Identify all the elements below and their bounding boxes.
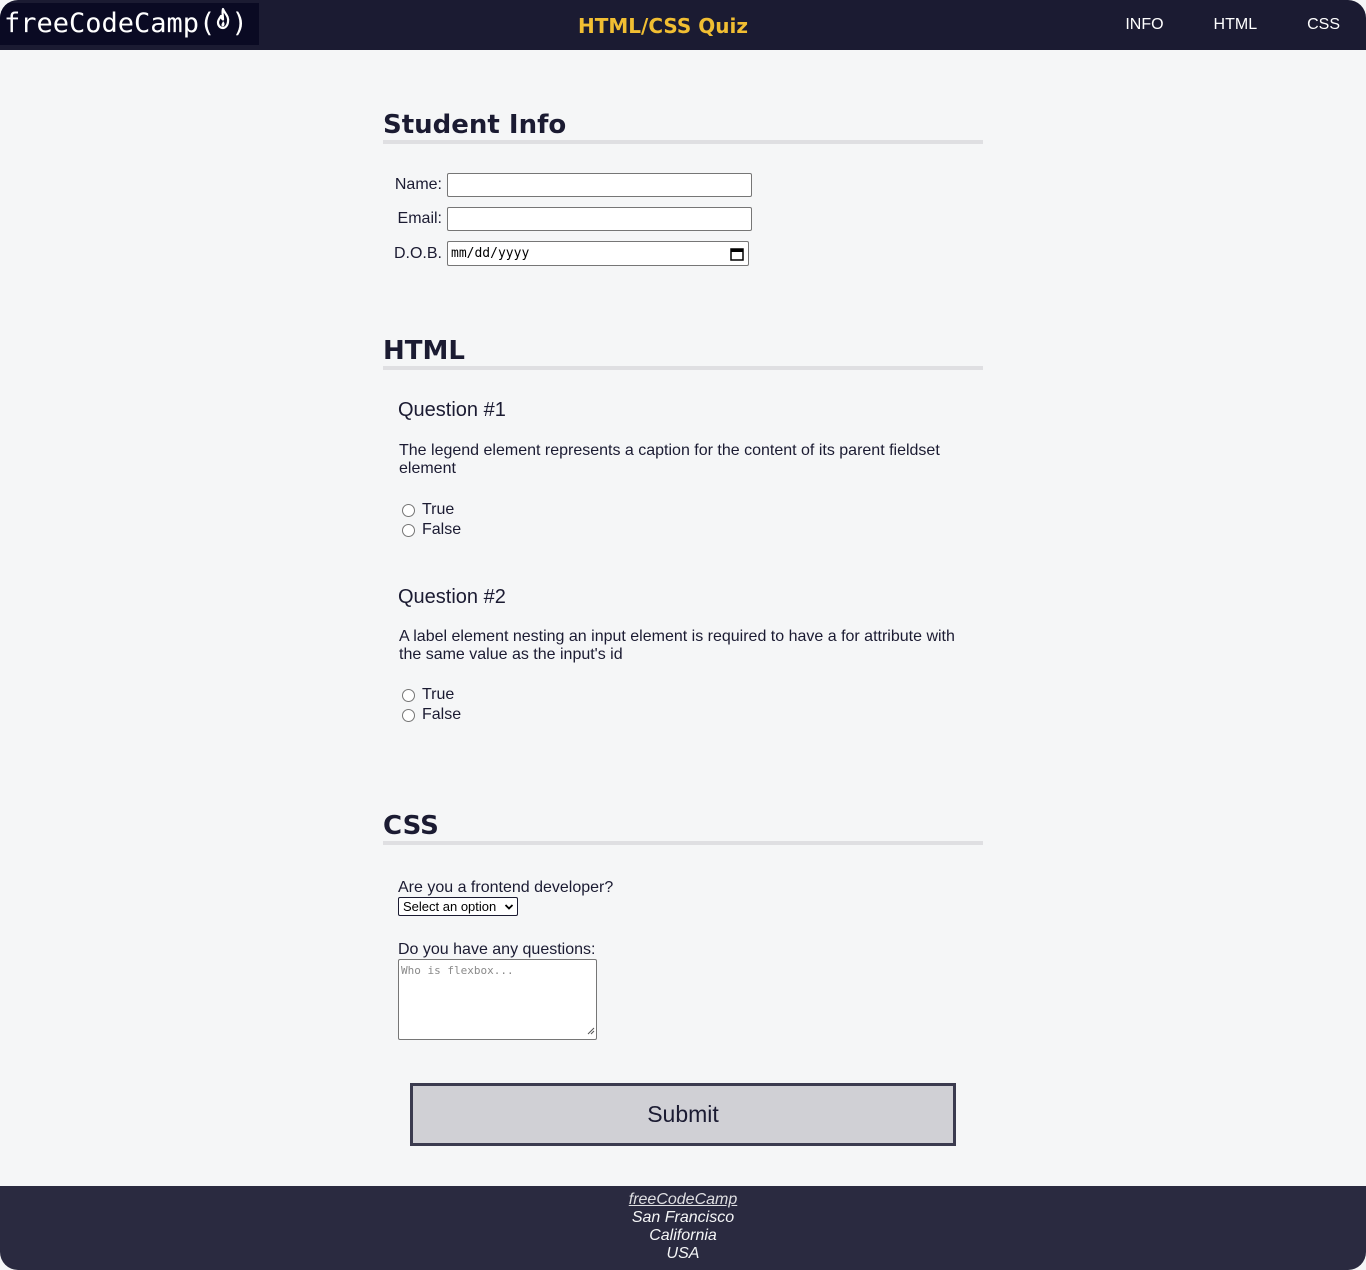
radio-button[interactable]: [402, 523, 415, 537]
name-row: Name:: [383, 173, 752, 197]
frontend-question-label: Are you a frontend developer?: [398, 879, 614, 896]
submit-button[interactable]: Submit: [410, 1083, 956, 1146]
student-info-heading: Student Info: [383, 110, 983, 144]
footer-country: USA: [666, 1245, 700, 1262]
css-heading: CSS: [383, 811, 983, 845]
question-1-title: Question #1: [398, 399, 506, 421]
footer-state: California: [649, 1227, 717, 1244]
header-bar: freeCodeCamp() HTML/CSS Quiz INFO HTML C…: [0, 0, 1366, 50]
name-input[interactable]: [447, 173, 752, 197]
question-1-option-false[interactable]: False: [402, 520, 461, 540]
question-2-title: Question #2: [398, 586, 506, 608]
email-input[interactable]: [447, 207, 752, 231]
footer-link-freecodecamp[interactable]: freeCodeCamp: [629, 1191, 738, 1208]
dob-row: D.O.B. mm/dd/yyyy: [383, 241, 749, 266]
html-heading: HTML: [383, 336, 983, 370]
nav-link-info[interactable]: INFO: [1125, 0, 1163, 50]
option-label: True: [422, 686, 455, 703]
option-label: True: [422, 501, 455, 518]
radio-button[interactable]: [402, 503, 415, 517]
calendar-icon[interactable]: [730, 246, 744, 269]
name-label: Name:: [394, 176, 442, 193]
radio-button[interactable]: [402, 688, 415, 702]
email-row: Email:: [383, 207, 752, 231]
select-value: Select an option: [403, 899, 497, 914]
option-label: False: [422, 521, 462, 538]
dob-input[interactable]: mm/dd/yyyy: [447, 241, 749, 266]
frontend-select[interactable]: Select an option: [398, 897, 518, 916]
radio-button[interactable]: [402, 708, 415, 722]
email-label: Email:: [397, 210, 442, 227]
chevron-down-icon: [504, 900, 514, 917]
questions-label: Do you have any questions:: [398, 941, 596, 958]
nav-link-css[interactable]: CSS: [1307, 0, 1340, 50]
question-2-option-false[interactable]: False: [402, 705, 461, 725]
footer-city: San Francisco: [631, 1209, 735, 1226]
textarea-placeholder: Who is flexbox...: [401, 964, 514, 977]
dob-placeholder: mm/dd/yyyy: [451, 246, 530, 261]
questions-textarea[interactable]: Who is flexbox...: [398, 959, 597, 1040]
option-label: False: [422, 706, 462, 723]
question-2-option-true[interactable]: True: [402, 685, 454, 705]
dob-label: D.O.B.: [393, 244, 442, 262]
resize-handle-icon[interactable]: [587, 1025, 595, 1038]
top-nav: INFO HTML CSS: [1075, 0, 1340, 50]
nav-link-html[interactable]: HTML: [1214, 0, 1258, 50]
question-2-text: A label element nesting an input element…: [399, 628, 955, 663]
question-1-option-true[interactable]: True: [402, 500, 454, 520]
question-1-text: The legend element represents a caption …: [399, 442, 940, 477]
footer: freeCodeCamp San Francisco California US…: [0, 1186, 1366, 1270]
quiz-page: freeCodeCamp() HTML/CSS Quiz INFO HTML C…: [0, 0, 1366, 1270]
